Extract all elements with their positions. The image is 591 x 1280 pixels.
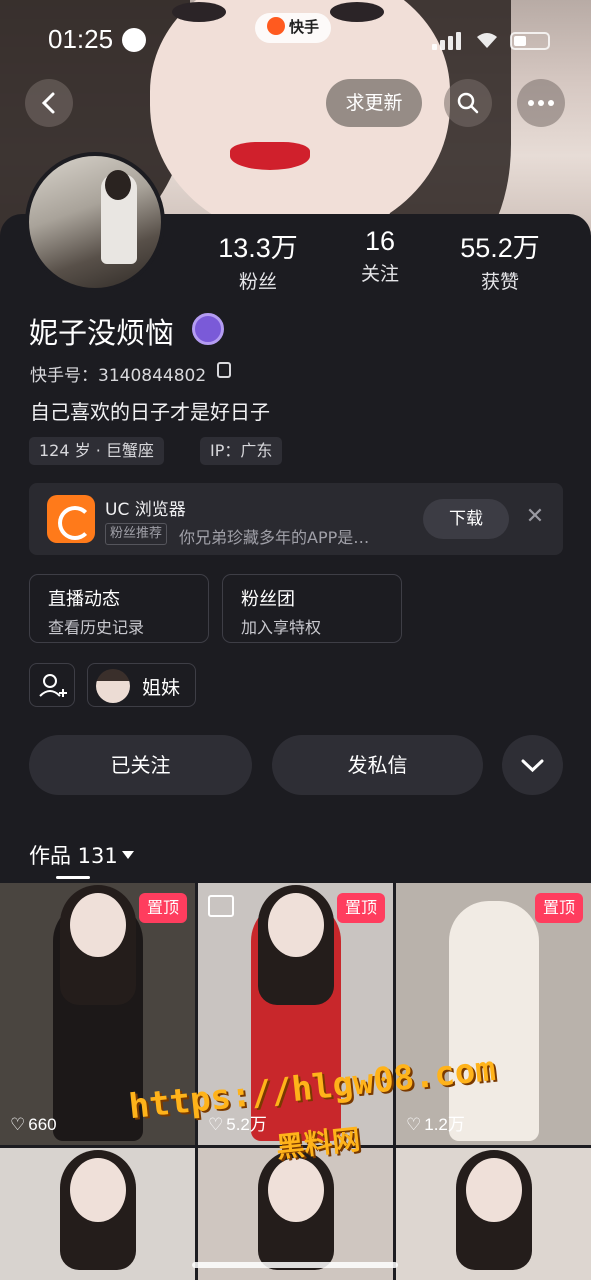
fan-club-card[interactable]: 粉丝团 加入享特权 [222,574,402,643]
works-tab[interactable]: 作品 131 [29,840,134,870]
video-thumbnail[interactable] [0,1148,195,1280]
image-post-icon [208,895,234,917]
stat-label: 粉丝 [238,271,277,293]
signal-icon [432,32,462,50]
ad-banner[interactable]: UC 浏览器 粉丝推荐 你兄弟珍藏多年的APP是… 下载 ✕ [29,483,563,555]
stat-fans[interactable]: 13.3万 粉丝 [210,226,306,294]
relation-label: 姐妹 [142,677,181,699]
like-count: ♡ 660 [10,1115,57,1134]
stat-value: 13.3万 [218,233,298,263]
home-indicator[interactable] [192,1262,398,1268]
live-history-card[interactable]: 直播动态 查看历史记录 [29,574,209,643]
ad-label: 粉丝推荐 [105,523,168,545]
more-dots-icon [528,100,554,106]
stat-value: 55.2万 [460,233,540,263]
verified-badge-icon[interactable] [192,313,224,345]
card-title: 直播动态 [48,589,120,610]
card-title: 粉丝团 [241,589,295,610]
request-update-button[interactable]: 求更新 [326,79,422,127]
thumbnail-image [448,901,539,1141]
close-icon[interactable]: ✕ [523,505,547,529]
ad-description: 你兄弟珍藏多年的APP是… [179,528,370,547]
back-button[interactable] [25,79,73,127]
kuaishou-logo-icon [267,17,285,35]
ip-tag: IP：广东 [200,437,283,465]
avatar[interactable] [25,152,165,292]
card-subtitle: 查看历史记录 [48,618,145,637]
stat-likes[interactable]: 55.2万 获赞 [450,226,550,294]
copy-icon[interactable] [217,362,231,378]
more-options-button[interactable] [517,79,565,127]
add-friend-button[interactable] [29,663,75,707]
search-button[interactable] [444,79,492,127]
like-count: ♡ 1.2万 [406,1115,465,1134]
video-thumbnail[interactable] [198,1148,393,1280]
stat-value: 16 [364,226,396,256]
expand-button[interactable] [502,735,563,795]
uc-browser-icon [47,495,95,543]
pinned-badge: 置顶 [534,893,583,923]
profile-stats: 13.3万 粉丝 16 关注 55.2万 获赞 [200,226,570,293]
pinned-badge: 置顶 [138,893,187,923]
status-time: 01:25 [48,24,114,54]
relation-avatar [96,669,130,703]
video-thumbnail[interactable] [396,1148,591,1280]
video-thumbnail[interactable]: 置顶 ♡ 1.2万 [396,883,591,1145]
send-message-button[interactable]: 发私信 [272,735,483,795]
works-label: 作品 131 [29,844,118,868]
app-badge: 快手 [255,13,332,43]
ad-title: UC 浏览器 [105,500,186,520]
followed-button[interactable]: 已关注 [29,735,252,795]
add-user-icon [39,674,67,697]
stat-label: 关注 [360,263,399,285]
stat-label: 获赞 [480,271,519,293]
age-zodiac-text: 124 岁 · 巨蟹座 [39,441,154,460]
heart-icon: ♡ [406,1115,422,1134]
relation-chip[interactable]: 姐妹 [87,663,196,707]
card-subtitle: 加入享特权 [241,618,322,637]
age-tag: 124 岁 · 巨蟹座 [29,437,164,465]
pinned-badge: 置顶 [336,893,385,923]
chevron-left-icon [41,92,55,114]
wifi-icon [477,33,497,48]
kuaishou-id: 快手号：3140844802 [30,366,207,386]
caret-down-icon [121,851,134,859]
profile-bio: 自己喜欢的日子才是好日子 [30,400,270,424]
search-icon [457,92,479,114]
download-button[interactable]: 下载 [423,499,509,539]
ip-location-text: IP：广东 [210,441,273,460]
smiley-icon [122,28,146,52]
battery-icon [510,32,550,50]
heart-icon: ♡ [10,1115,26,1134]
tab-underline [56,876,90,879]
stat-following[interactable]: 16 关注 [340,226,420,286]
chevron-down-icon [521,759,544,773]
profile-name: 妮子没烦恼 [29,316,175,350]
